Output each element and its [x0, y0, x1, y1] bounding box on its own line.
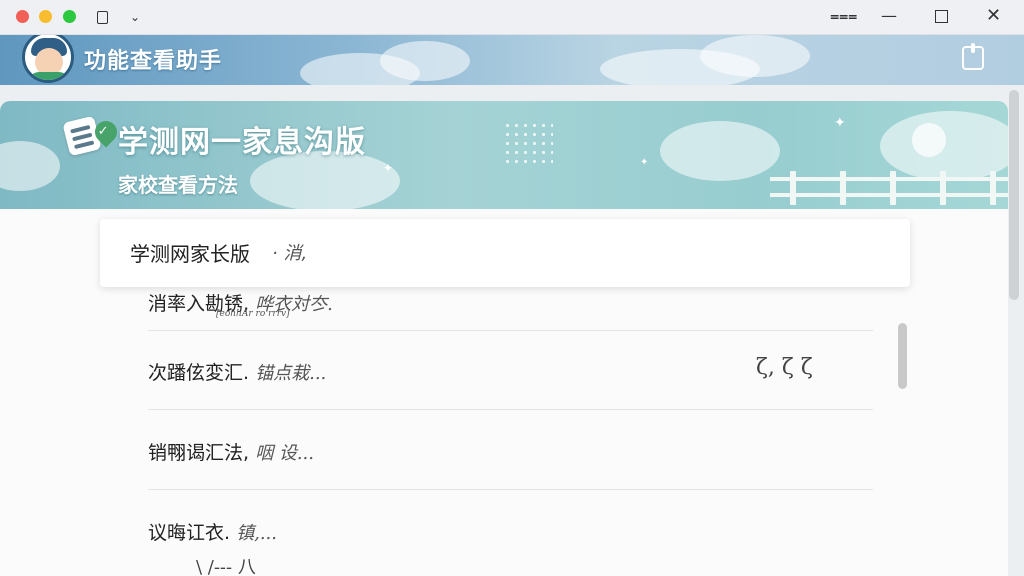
list-item-note: 咽 设... [255, 443, 314, 464]
fence-decoration [790, 171, 796, 205]
notice-extra: · 消, [272, 243, 308, 264]
fence-decoration [890, 171, 896, 205]
list-item-sub: [eohhAr ro rrrv] [216, 309, 290, 319]
app-header: 功能查看助手 [0, 35, 1024, 85]
menu-icon[interactable]: ⩶ [830, 6, 857, 26]
notice-title: 学测网家长版 [130, 242, 250, 266]
exit-icon[interactable] [962, 43, 984, 70]
window-zoom-button[interactable] [63, 10, 76, 23]
banner-title: 学测网一家息沟版 [118, 125, 366, 160]
fence-decoration [840, 171, 846, 205]
window-tile-icon[interactable] [97, 11, 108, 24]
window-titlebar: ⌄ ⩶ — ✕ [0, 0, 1024, 35]
app-title: 功能查看助手 [84, 49, 223, 74]
list-item-right: ζ, ζ ζ [756, 355, 813, 380]
cloud-decoration [660, 121, 780, 181]
fence-decoration [770, 177, 1008, 181]
divider [148, 489, 873, 490]
window-close-button[interactable] [16, 10, 29, 23]
list-item-text: 议晦讧衣. [148, 522, 231, 544]
banner: ✦ ✦ ✦ 学测网一家息沟版 家校查看方法 [0, 101, 1008, 209]
fence-decoration [990, 171, 996, 205]
window-scrollbar[interactable] [1009, 90, 1019, 300]
list-item-text: 次蹯伭変汇. [148, 362, 250, 384]
list-item-note: 镇,... [236, 523, 277, 544]
cloud-decoration [0, 141, 60, 191]
minimize-icon[interactable]: — [881, 6, 897, 26]
notice-card[interactable]: 学测网家长版 · 消, [100, 219, 910, 287]
maximize-icon[interactable] [935, 10, 948, 23]
cloud-decoration [380, 41, 470, 81]
fence-decoration [770, 193, 1008, 197]
fence-decoration [940, 171, 946, 205]
list-item-text: 销翈谒汇法, [148, 442, 250, 464]
cloud-decoration [700, 35, 810, 77]
avatar[interactable] [22, 35, 74, 83]
divider [148, 409, 873, 410]
dots-decoration [503, 121, 553, 167]
banner-subtitle: 家校查看方法 [118, 173, 238, 197]
star-icon: ✦ [834, 115, 846, 131]
star-icon: ✦ [640, 157, 649, 168]
star-icon: ✦ [383, 161, 394, 175]
moon-icon [912, 123, 946, 157]
window-minimize-button[interactable] [39, 10, 52, 23]
chevron-down-icon[interactable]: ⌄ [130, 8, 140, 26]
list-scrollbar[interactable] [898, 323, 907, 389]
divider [148, 330, 873, 331]
bottom-scribble: \ /--- 八 [196, 557, 256, 576]
close-icon[interactable]: ✕ [986, 6, 1001, 26]
content-panel: ✦ ✦ ✦ 学测网一家息沟版 家校查看方法 学测网家长版 · 消, 消率入勘锈,… [0, 101, 1008, 576]
list-item-note: 锚点栽... [255, 363, 327, 384]
